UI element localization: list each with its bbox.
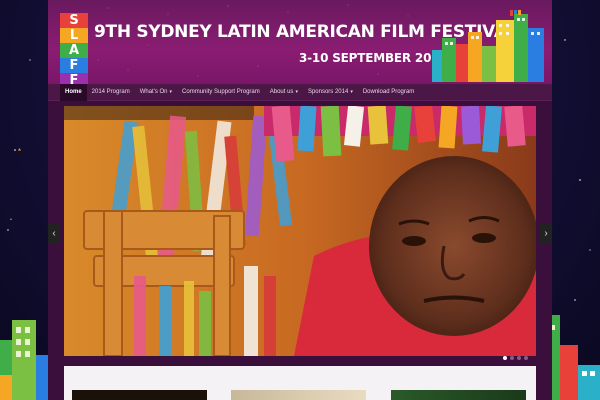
nav-item-whats-on[interactable]: What's On ▾ <box>135 84 177 101</box>
content-area <box>64 366 536 400</box>
nav-item-about-us[interactable]: About us ▾ <box>265 84 303 101</box>
nav-label: Sponsors 2014 <box>307 88 349 95</box>
slaff-logo[interactable]: S L A F F <box>60 13 88 84</box>
chevron-down-icon: ▾ <box>169 88 173 95</box>
nav-item-2014-program[interactable]: 2014 Program <box>87 84 135 101</box>
hero-slider[interactable] <box>64 106 536 356</box>
chevron-left-icon: ‹ <box>52 228 56 239</box>
nav-item-home[interactable]: Home <box>60 83 87 101</box>
logo-letter: A <box>60 43 88 58</box>
slide-image <box>64 106 536 356</box>
logo-letter: F <box>60 58 88 73</box>
nav-label: Home <box>65 88 82 95</box>
featured-thumbnail[interactable] <box>72 390 207 400</box>
nav-label: Download Program <box>362 88 415 95</box>
chevron-down-icon: ▾ <box>350 88 353 95</box>
site-header: S L A F F 9TH SYDNEY LATIN AMERICAN FILM… <box>48 0 552 84</box>
logo-letter: L <box>60 28 88 43</box>
chevron-right-icon: › <box>544 228 548 239</box>
header-city-illustration <box>432 10 544 82</box>
festival-dates: 3-10 SEPTEMBER 2014 <box>299 51 448 65</box>
slider-next-button[interactable]: › <box>540 224 552 244</box>
nav-label: Community Support Program <box>182 88 260 95</box>
nav-item-community-support[interactable]: Community Support Program <box>177 84 265 101</box>
page-wrapper: S L A F F 9TH SYDNEY LATIN AMERICAN FILM… <box>48 0 552 400</box>
nav-label: About us <box>269 88 294 95</box>
featured-thumbnail[interactable] <box>391 390 526 400</box>
slider-pagination <box>503 356 528 360</box>
nav-label: 2014 Program <box>91 88 130 95</box>
slider-dot[interactable] <box>503 356 507 360</box>
nav-item-download-program[interactable]: Download Program <box>358 84 419 101</box>
slider-dot[interactable] <box>517 356 521 360</box>
slider-dot[interactable] <box>510 356 514 360</box>
logo-letter: F <box>60 73 88 84</box>
nav-item-sponsors-2014[interactable]: Sponsors 2014 ▾ <box>303 84 358 101</box>
logo-letter: S <box>60 13 88 28</box>
slider-dot[interactable] <box>524 356 528 360</box>
featured-thumbnail[interactable] <box>231 390 366 400</box>
main-navigation: Home 2014 Program What's On ▾ Community S… <box>48 83 552 101</box>
nav-label: What's On <box>139 88 168 95</box>
slider-prev-button[interactable]: ‹ <box>48 224 60 244</box>
city-illustration-left <box>0 320 48 400</box>
chevron-down-icon: ▾ <box>295 88 298 95</box>
